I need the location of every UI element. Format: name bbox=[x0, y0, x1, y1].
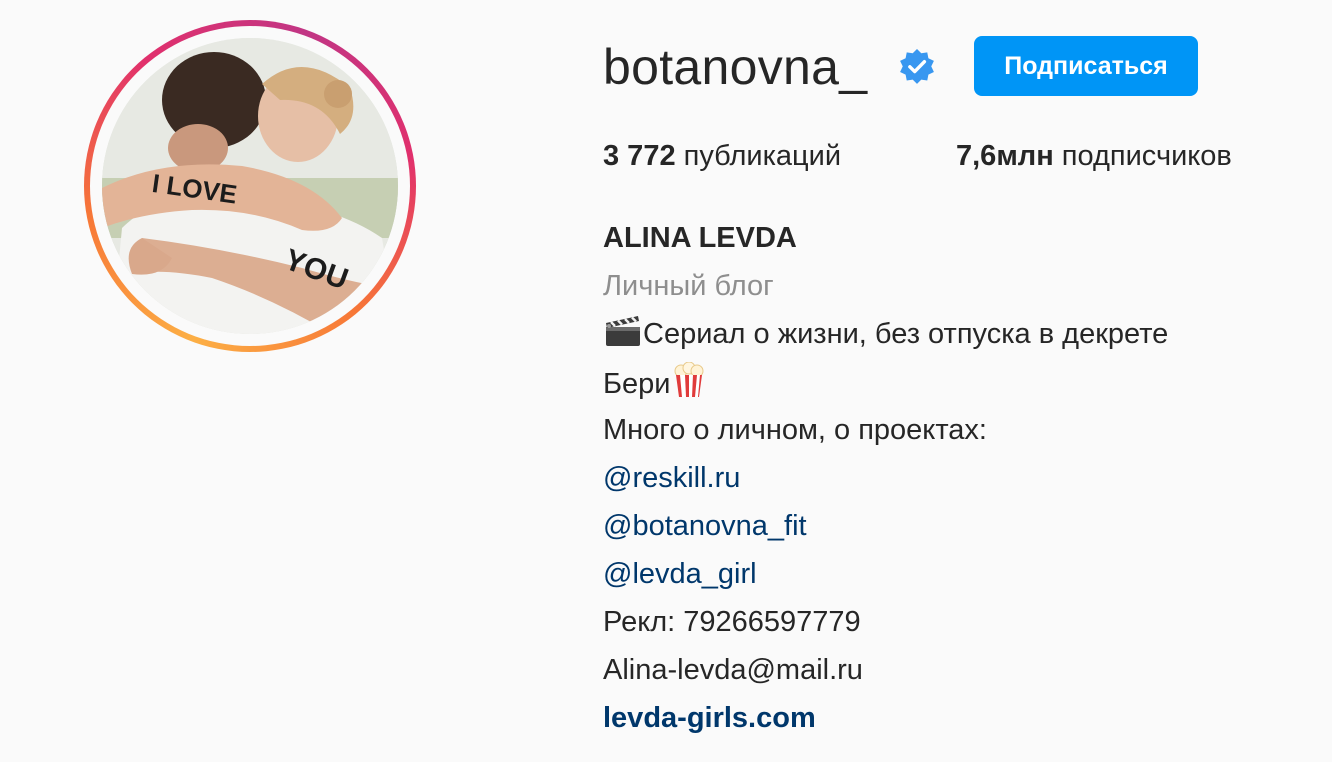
bio-line-1-text: Сериал о жизни, без отпуска в декрете bbox=[643, 318, 1169, 350]
email-contact: Alina-levda@mail.ru bbox=[603, 654, 863, 686]
posts-label: публикаций bbox=[683, 140, 842, 172]
bio-line-2: Бери bbox=[603, 362, 707, 404]
full-name: ALINA LEVDA bbox=[603, 222, 797, 254]
followers-stat[interactable]: 7,6млн подписчиков bbox=[956, 136, 1232, 176]
category-label: Личный блог bbox=[603, 270, 774, 302]
username: botanovna_ bbox=[603, 39, 868, 95]
posts-stat[interactable]: 3 772 публикаций bbox=[603, 136, 841, 176]
website-link[interactable]: levda-girls.com bbox=[603, 698, 816, 738]
verified-badge-icon bbox=[900, 48, 934, 84]
followers-count: 7,6млн bbox=[956, 140, 1054, 172]
ads-contact: Рекл: 79266597779 bbox=[603, 606, 861, 638]
mention-link-botanovna-fit[interactable]: @botanovna_fit bbox=[603, 506, 807, 546]
bio-line-2-text: Бери bbox=[603, 368, 671, 400]
follow-button[interactable]: Подписаться bbox=[974, 36, 1198, 96]
followers-label: подписчиков bbox=[1061, 140, 1232, 172]
avatar[interactable]: I LOVE YOU bbox=[102, 38, 398, 334]
avatar-photo: I LOVE YOU bbox=[102, 38, 398, 334]
bio-line-1: Сериал о жизни, без отпуска в декрете bbox=[603, 314, 1168, 354]
mention-link-reskill[interactable]: @reskill.ru bbox=[603, 458, 740, 498]
story-ring[interactable]: I LOVE YOU bbox=[84, 20, 416, 352]
popcorn-icon bbox=[674, 362, 703, 397]
clapperboard-icon bbox=[606, 316, 640, 346]
profile-header: I LOVE YOU botanovna_ Подписаться 3 772 … bbox=[0, 0, 1332, 762]
bio-line-3: Много о личном, о проектах: bbox=[603, 414, 987, 446]
mention-link-levda-girl[interactable]: @levda_girl bbox=[603, 554, 757, 594]
posts-count: 3 772 bbox=[603, 140, 676, 172]
